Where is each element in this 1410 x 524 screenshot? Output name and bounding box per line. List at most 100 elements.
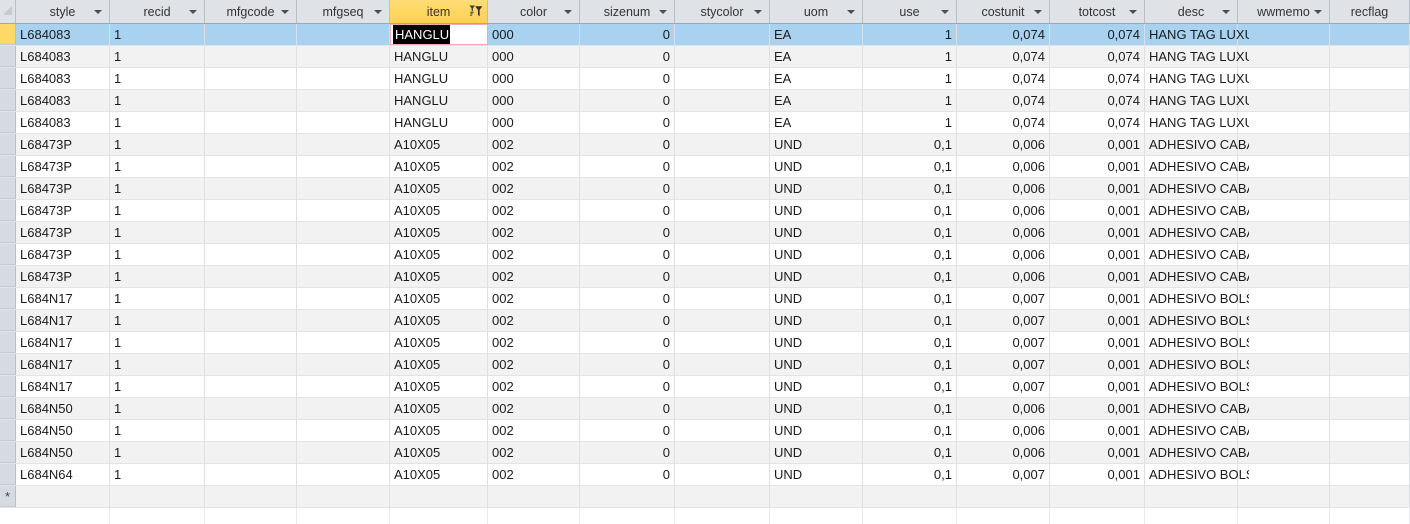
cell-style[interactable]: L68473P — [16, 266, 110, 287]
cell-costunit[interactable]: 0,007 — [957, 288, 1050, 309]
column-header-wwmemo[interactable]: wwmemo — [1238, 0, 1330, 23]
cell-uom[interactable]: UND — [770, 464, 863, 485]
cell-stycolor[interactable] — [675, 420, 770, 441]
cell-item[interactable]: A10X05 — [390, 288, 488, 309]
cell-mfgseq[interactable] — [297, 376, 390, 397]
cell-recid[interactable]: 1 — [110, 156, 205, 177]
cell-mfgseq[interactable] — [297, 46, 390, 67]
cell-sizenum[interactable]: 0 — [580, 156, 675, 177]
cell-sizenum[interactable]: 0 — [580, 442, 675, 463]
cell-stycolor[interactable] — [675, 354, 770, 375]
cell-mfgcode[interactable] — [205, 222, 297, 243]
row-selector[interactable] — [0, 266, 16, 287]
cell-totcost[interactable]: 0,001 — [1050, 354, 1145, 375]
cell-recid[interactable]: 1 — [110, 310, 205, 331]
cell-recid[interactable]: 1 — [110, 464, 205, 485]
cell-totcost[interactable]: 0,074 — [1050, 24, 1145, 45]
cell-uom[interactable]: UND — [770, 266, 863, 287]
cell-recid[interactable]: 1 — [110, 68, 205, 89]
cell-sizenum[interactable]: 0 — [580, 134, 675, 155]
cell-mfgcode[interactable] — [205, 24, 297, 45]
cell-mfgcode[interactable] — [205, 46, 297, 67]
table-row[interactable]: L684083 1 HANGLU 000 0 EA 1 0,074 0,074 HANG TAG … — [0, 68, 1410, 90]
new-record-cell-sizenum[interactable] — [580, 486, 675, 507]
cell-stycolor[interactable] — [675, 46, 770, 67]
cell-use[interactable]: 0,1 — [863, 310, 957, 331]
new-record-cell-item[interactable] — [390, 486, 488, 507]
cell-recid[interactable]: 1 — [110, 46, 205, 67]
cell-desc[interactable]: HANG TAG LUXURY — [1145, 90, 1249, 111]
cell-totcost[interactable]: 0,001 — [1050, 222, 1145, 243]
cell-totcost[interactable]: 0,074 — [1050, 46, 1145, 67]
cell-item[interactable]: A10X05 — [390, 134, 488, 155]
cell-mfgseq[interactable] — [297, 112, 390, 133]
cell-color[interactable]: 000 — [488, 112, 580, 133]
cell-sizenum[interactable]: 0 — [580, 244, 675, 265]
cell-style[interactable]: L684N50 — [16, 398, 110, 419]
cell-costunit[interactable]: 0,006 — [957, 222, 1050, 243]
cell-style[interactable]: L684N17 — [16, 376, 110, 397]
cell-use[interactable]: 0,1 — [863, 134, 957, 155]
cell-costunit[interactable]: 0,074 — [957, 112, 1050, 133]
cell-uom[interactable]: UND — [770, 354, 863, 375]
cell-color[interactable]: 000 — [488, 90, 580, 111]
row-selector[interactable] — [0, 112, 16, 133]
cell-mfgseq[interactable] — [297, 266, 390, 287]
cell-style[interactable]: L68473P — [16, 200, 110, 221]
cell-stycolor[interactable] — [675, 222, 770, 243]
cell-totcost[interactable]: 0,001 — [1050, 156, 1145, 177]
cell-stycolor[interactable] — [675, 156, 770, 177]
cell-recflag[interactable] — [1330, 442, 1410, 463]
cell-mfgcode[interactable] — [205, 420, 297, 441]
cell-mfgseq[interactable] — [297, 464, 390, 485]
new-record-cell-mfgcode[interactable] — [205, 486, 297, 507]
cell-mfgcode[interactable] — [205, 464, 297, 485]
row-selector[interactable] — [0, 420, 16, 441]
cell-wwmemo[interactable] — [1238, 354, 1330, 375]
cell-mfgseq[interactable] — [297, 222, 390, 243]
table-row[interactable]: L68473P 1 A10X05 002 0 UND 0,1 0,006 0,001 ADHESI… — [0, 266, 1410, 288]
cell-sizenum[interactable]: 0 — [580, 376, 675, 397]
cell-desc[interactable]: ADHESIVO BOLSILLO — [1145, 376, 1249, 397]
row-selector[interactable] — [0, 244, 16, 265]
table-row[interactable]: L684N17 1 A10X05 002 0 UND 0,1 0,007 0,001 ADHESI… — [0, 310, 1410, 332]
cell-desc[interactable]: ADHESIVO BOLSILLO — [1145, 464, 1249, 485]
column-header-costunit[interactable]: costunit — [957, 0, 1050, 23]
cell-uom[interactable]: UND — [770, 200, 863, 221]
cell-stycolor[interactable] — [675, 24, 770, 45]
cell-item[interactable]: A10X05 — [390, 464, 488, 485]
cell-sizenum[interactable]: 0 — [580, 90, 675, 111]
cell-wwmemo[interactable] — [1238, 310, 1330, 331]
table-row[interactable]: L68473P 1 A10X05 002 0 UND 0,1 0,006 0,001 ADHESI… — [0, 156, 1410, 178]
cell-desc[interactable]: ADHESIVO CABALLERO — [1145, 156, 1249, 177]
cell-recid[interactable]: 1 — [110, 420, 205, 441]
cell-item[interactable]: HANGLU — [390, 112, 488, 133]
cell-sizenum[interactable]: 0 — [580, 288, 675, 309]
table-row[interactable]: L684N17 1 A10X05 002 0 UND 0,1 0,007 0,001 ADHESI… — [0, 376, 1410, 398]
cell-color[interactable]: 002 — [488, 464, 580, 485]
table-row[interactable]: L684N17 1 A10X05 002 0 UND 0,1 0,007 0,001 ADHESI… — [0, 288, 1410, 310]
cell-item[interactable]: A10X05 — [390, 310, 488, 331]
cell-wwmemo[interactable] — [1238, 244, 1330, 265]
cell-wwmemo[interactable] — [1238, 134, 1330, 155]
cell-item[interactable]: A10X05 — [390, 244, 488, 265]
cell-totcost[interactable]: 0,001 — [1050, 178, 1145, 199]
cell-mfgcode[interactable] — [205, 332, 297, 353]
cell-wwmemo[interactable] — [1238, 442, 1330, 463]
cell-style[interactable]: L684N17 — [16, 310, 110, 331]
cell-sizenum[interactable]: 0 — [580, 178, 675, 199]
cell-desc[interactable]: ADHESIVO CABALLERO — [1145, 134, 1249, 155]
cell-use[interactable]: 0,1 — [863, 288, 957, 309]
table-row[interactable]: L684083 1 HANGLU 000 0 EA 1 0,074 0,074 HANG TAG … — [0, 46, 1410, 68]
cell-sizenum[interactable]: 0 — [580, 398, 675, 419]
cell-stycolor[interactable] — [675, 90, 770, 111]
sort-filter-icon[interactable] — [469, 4, 483, 19]
column-header-style[interactable]: style — [16, 0, 110, 23]
cell-recid[interactable]: 1 — [110, 200, 205, 221]
cell-wwmemo[interactable] — [1238, 222, 1330, 243]
cell-stycolor[interactable] — [675, 244, 770, 265]
chevron-down-icon[interactable] — [1314, 9, 1322, 14]
cell-color[interactable]: 002 — [488, 376, 580, 397]
cell-desc[interactable]: HANG TAG LUXURY — [1145, 24, 1249, 45]
row-selector[interactable] — [0, 354, 16, 375]
